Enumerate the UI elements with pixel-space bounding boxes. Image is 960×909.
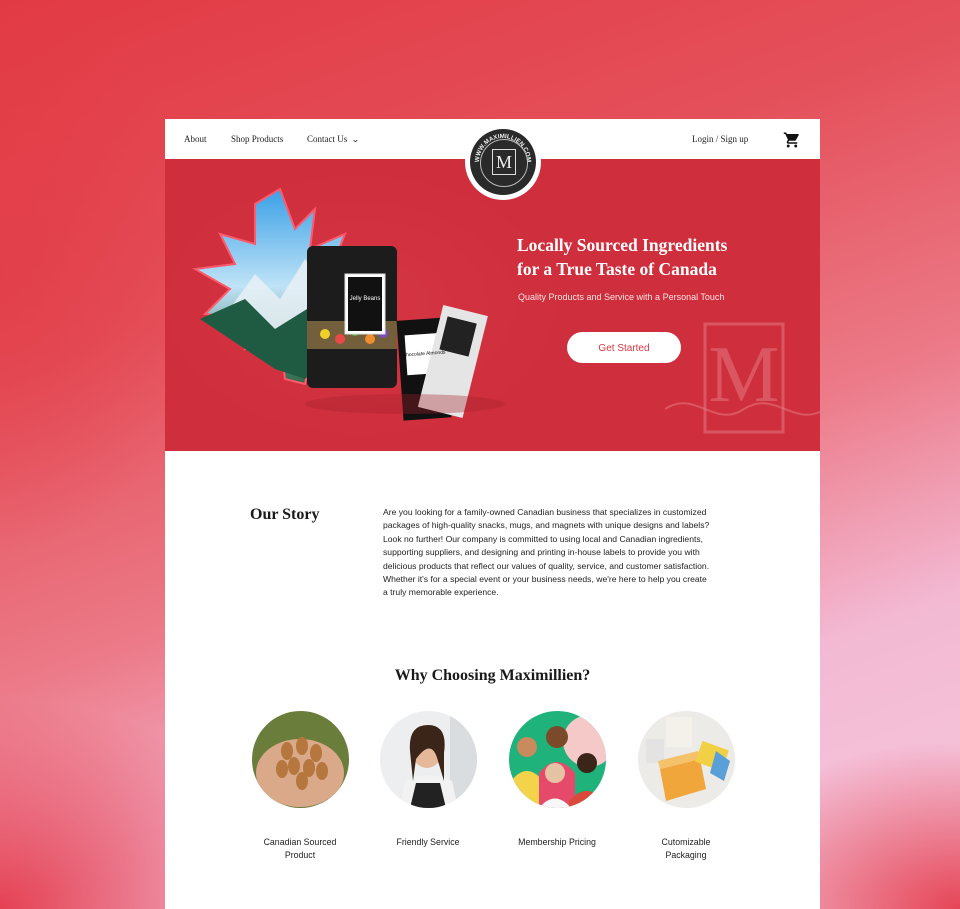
support-agent-image — [379, 711, 477, 808]
hero-title-line1: Locally Sourced Ingredients — [517, 235, 728, 255]
logo-monogram: M — [492, 149, 516, 175]
feature-label: Friendly Service — [396, 837, 460, 847]
svg-text:Jelly Beans: Jelly Beans — [350, 296, 381, 302]
feature-canadian-sourced: Canadian Sourced Product — [245, 711, 355, 862]
shopping-cart-icon[interactable] — [783, 131, 801, 149]
feature-customizable-packaging: Cutomizable Packaging — [631, 711, 741, 862]
svg-text:M: M — [708, 331, 779, 419]
story-line: supporting suppliers, and designing and … — [383, 547, 700, 558]
nav-about[interactable]: About — [184, 134, 207, 144]
nav-contact-label: Contact Us — [307, 134, 348, 144]
story-line: Look no further! Our company is committe… — [383, 533, 704, 544]
almonds-image — [251, 711, 349, 808]
our-story-text: Are you looking for a family-owned Canad… — [383, 506, 738, 600]
logo-badge: WWW.MAXIMILLIEN.COM M — [470, 129, 536, 195]
feature-membership-pricing: Membership Pricing — [502, 711, 612, 849]
feature-friendly-service: Friendly Service — [373, 711, 483, 849]
get-started-button[interactable]: Get Started — [567, 332, 681, 363]
why-choosing-title: Why Choosing Maximillien? — [394, 667, 591, 684]
feature-label: Canadian Sourced Product — [263, 837, 337, 860]
story-line: delicious products that reflect our valu… — [383, 560, 710, 571]
hero-subtitle: Quality Products and Service with a Pers… — [518, 292, 725, 302]
monogram-watermark-icon: M — [665, 322, 820, 434]
hero-title: Locally Sourced Ingredients for a True T… — [517, 233, 787, 281]
nav-contact-us[interactable]: Contact Us ⌄ — [307, 134, 360, 144]
nav-login-signup[interactable]: Login / Sign up — [692, 134, 748, 144]
hero-title-line2: for a True Taste of Canada — [517, 259, 717, 279]
story-line: Whether it's for a special event or your… — [383, 574, 707, 585]
our-story-title: Our Story — [250, 506, 320, 523]
website-page: About Shop Products Contact Us ⌄ Login / … — [165, 119, 820, 909]
packaging-image — [637, 711, 735, 808]
nav-shop-products[interactable]: Shop Products — [231, 134, 283, 144]
story-line: a truly memorable experience. — [383, 587, 499, 598]
story-line: Are you looking for a family-owned Canad… — [383, 507, 707, 517]
chevron-down-icon: ⌄ — [351, 135, 360, 144]
feature-label: Membership Pricing — [518, 837, 596, 847]
hero-banner: Jelly Beans Chocolate Almonds Locally So… — [165, 159, 820, 451]
brand-logo[interactable]: WWW.MAXIMILLIEN.COM M — [465, 124, 541, 200]
story-line: packages of high-quality snacks, mugs, a… — [383, 520, 710, 531]
maple-leaf-product-illustration: Jelly Beans Chocolate Almonds — [191, 187, 505, 421]
group-people-image — [508, 711, 606, 808]
feature-label: Cutomizable Packaging — [661, 837, 711, 860]
